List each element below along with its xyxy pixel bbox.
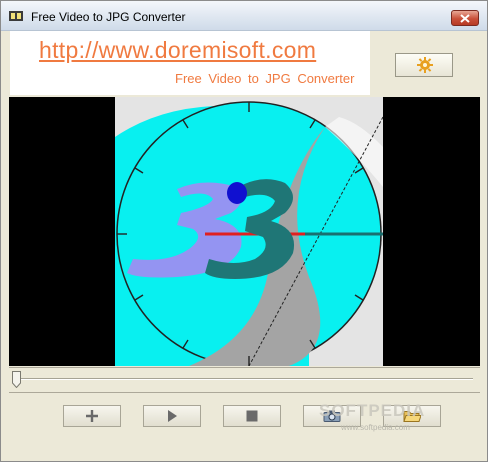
- playback-toolbar: SOFTPEDIA www.softpedia.com: [9, 392, 480, 452]
- brand-banner: http://www.doremisoft.com Free Video to …: [10, 31, 370, 95]
- app-window: Free Video to JPG Converter http://www.d…: [0, 0, 488, 462]
- app-icon: [9, 11, 23, 21]
- plus-icon: [86, 410, 98, 422]
- close-icon: [460, 14, 470, 23]
- play-button[interactable]: [143, 405, 201, 427]
- seek-bar[interactable]: [9, 367, 480, 390]
- add-button[interactable]: [63, 405, 121, 427]
- window-title: Free Video to JPG Converter: [31, 10, 186, 24]
- product-subtitle: Free Video to JPG Converter: [175, 71, 355, 86]
- close-button[interactable]: [451, 10, 479, 26]
- seek-thumb[interactable]: [12, 371, 21, 388]
- countdown-frame: [9, 97, 480, 366]
- stop-button[interactable]: [223, 405, 281, 427]
- seek-track[interactable]: [15, 378, 473, 380]
- title-bar[interactable]: Free Video to JPG Converter: [1, 1, 487, 31]
- video-preview[interactable]: [9, 97, 480, 366]
- watermark-url: www.softpedia.com: [341, 423, 410, 432]
- client-area: http://www.doremisoft.com Free Video to …: [8, 31, 480, 457]
- play-icon: [168, 410, 177, 422]
- stop-icon: [246, 410, 258, 422]
- settings-button[interactable]: [395, 53, 453, 77]
- watermark: SOFTPEDIA: [319, 401, 426, 420]
- website-link[interactable]: http://www.doremisoft.com: [39, 37, 316, 64]
- gear-icon: [417, 57, 433, 73]
